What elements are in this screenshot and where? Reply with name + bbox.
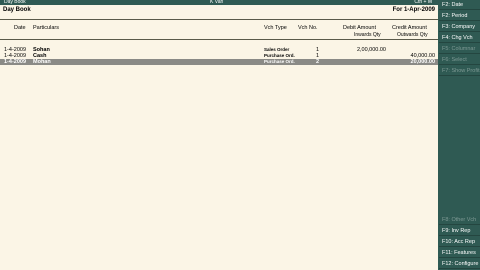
divider <box>0 39 438 40</box>
period-button[interactable]: F2: Period <box>439 11 480 21</box>
change-voucher-button[interactable]: F4: Chg Vch <box>439 33 480 43</box>
row-particulars: Mohan <box>33 59 51 65</box>
col-credit-sub: Outwards Qty <box>397 32 428 38</box>
col-date: Date <box>14 25 26 31</box>
select-button[interactable]: F6: Select <box>439 55 480 65</box>
row-vch-type: Purchase Ord. <box>264 59 295 64</box>
col-debit: Debit Amount <box>343 25 377 31</box>
account-report-button[interactable]: F10: Acc Rep <box>439 237 480 247</box>
button-bar: F2: Date F2: Period F3: Company F4: Chg … <box>438 0 480 270</box>
report-title: Day Book <box>3 7 31 13</box>
row-credit: 20,000.00 <box>410 59 435 65</box>
configure-button[interactable]: F12: Configure <box>439 259 480 269</box>
inventory-report-button[interactable]: F9: Inv Rep <box>439 226 480 236</box>
row-vch-no: 2 <box>316 59 320 65</box>
report-period[interactable]: For 1-Apr-2009 <box>393 7 435 13</box>
columnar-button[interactable]: F5: Columnar <box>439 44 480 54</box>
features-button[interactable]: F11: Features <box>439 248 480 258</box>
date-button[interactable]: F2: Date <box>439 0 480 10</box>
company-button[interactable]: F3: Company <box>439 22 480 32</box>
col-debit-sub: Inwards Qty <box>354 32 381 38</box>
report-panel: Day Book For 1-Apr-2009 Date Particulars… <box>0 5 438 270</box>
col-particulars: Particulars <box>33 25 59 31</box>
other-voucher-button[interactable]: F8: Other Vch <box>439 215 480 225</box>
col-vch-type: Vch Type <box>264 25 287 31</box>
col-vch-no: Vch No. <box>298 25 318 31</box>
row-date: 1-4-2009 <box>4 59 27 65</box>
divider <box>0 19 438 20</box>
table-row-selected[interactable]: 1-4-2009 Mohan Purchase Ord. 2 20,000.00 <box>0 59 438 65</box>
show-profit-button[interactable]: F7: Show Profit <box>439 66 480 76</box>
col-credit: Credit Amount <box>392 25 427 31</box>
